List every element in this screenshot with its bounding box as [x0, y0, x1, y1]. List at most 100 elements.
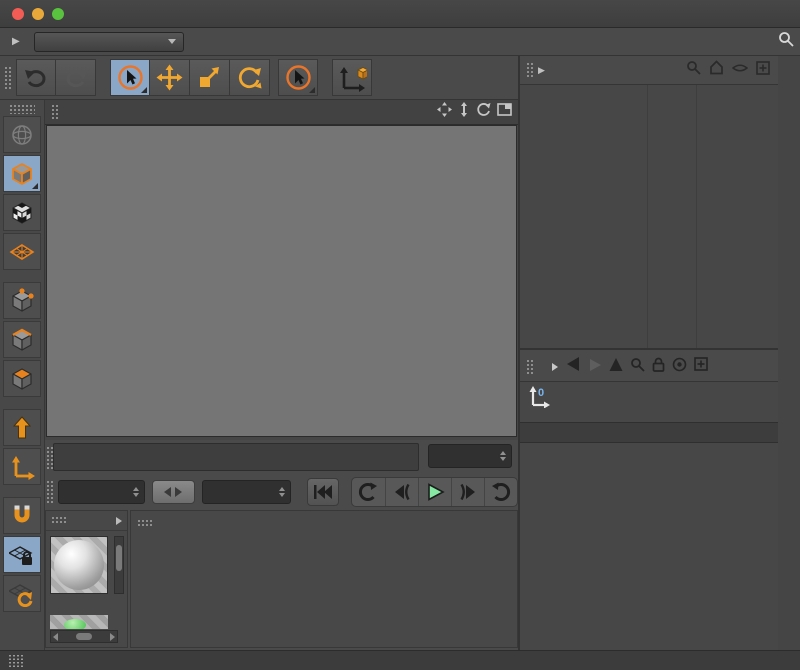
material-green-partial	[64, 619, 86, 629]
panel-divider[interactable]	[518, 56, 520, 650]
prev-key-button[interactable]	[385, 478, 418, 506]
viewport-grip[interactable]	[51, 104, 59, 120]
make-editable-button[interactable]	[3, 116, 41, 153]
goto-start-button[interactable]	[307, 478, 339, 506]
history-forward-icon[interactable]	[588, 358, 602, 376]
eye-icon[interactable]	[732, 61, 748, 79]
scrollbar-thumb[interactable]	[76, 633, 92, 640]
column-divider	[647, 85, 648, 348]
viewport-3d-canvas[interactable]	[46, 125, 517, 437]
lock-workplane-button[interactable]	[3, 536, 41, 573]
object-manager-grip[interactable]	[526, 62, 534, 78]
timeline-row	[45, 440, 518, 474]
selected-object-row: 0	[520, 384, 778, 414]
live-selection-tool-button[interactable]	[110, 59, 150, 96]
spinner-arrows-icon[interactable]	[133, 487, 139, 497]
transport-grip[interactable]	[46, 480, 54, 504]
viewport-scene[interactable]	[47, 126, 516, 436]
spinner-arrows-icon[interactable]	[500, 451, 506, 461]
redo-button[interactable]	[56, 59, 96, 96]
scroll-left-icon[interactable]	[53, 633, 58, 641]
zoom-view-icon[interactable]	[458, 102, 470, 122]
coordinates-grip[interactable]	[137, 519, 153, 528]
material-hscrollbar[interactable]	[50, 630, 118, 643]
step-forward-icon[interactable]	[175, 487, 182, 497]
chevron-right-icon	[552, 363, 558, 371]
add-icon[interactable]	[694, 357, 708, 376]
rotate-tool-button[interactable]	[230, 59, 270, 96]
material-preview-partial[interactable]	[50, 615, 108, 629]
workplane-mode-button[interactable]	[3, 233, 41, 270]
scale-tool-button[interactable]	[190, 59, 230, 96]
loop-start-field[interactable]	[58, 480, 145, 504]
loop-end-field[interactable]	[202, 480, 291, 504]
step-back-icon[interactable]	[164, 487, 171, 497]
rotate-view-icon[interactable]	[476, 102, 491, 122]
menu-overflow-icon[interactable]: ▶	[534, 65, 549, 76]
svg-text:0: 0	[538, 387, 544, 399]
model-mode-button[interactable]	[3, 155, 41, 192]
sidebar-grip[interactable]	[9, 104, 35, 114]
frame-step-buttons[interactable]	[152, 480, 195, 504]
pan-view-icon[interactable]	[437, 102, 452, 122]
material-manager-header	[46, 511, 127, 531]
search-icon[interactable]	[778, 31, 794, 52]
spinner-arrows-icon[interactable]	[279, 487, 285, 497]
attribute-manager-header	[520, 352, 778, 382]
material-grip[interactable]	[51, 516, 67, 525]
material-preview[interactable]	[50, 536, 108, 594]
cycle-backward-button[interactable]	[352, 478, 385, 506]
material-menu-icon[interactable]	[116, 517, 122, 525]
snap-button[interactable]	[3, 497, 41, 534]
statusbar	[0, 650, 800, 670]
texture-mode-button[interactable]	[3, 194, 41, 231]
move-tool-button[interactable]	[150, 59, 190, 96]
parent-up-icon[interactable]	[609, 358, 623, 376]
viewport-panel	[45, 100, 518, 440]
axis-workplane-button[interactable]	[3, 448, 41, 485]
toolbar-grip[interactable]	[4, 66, 12, 90]
target-icon[interactable]	[672, 357, 687, 377]
material-manager	[45, 510, 128, 648]
add-object-icon[interactable]	[756, 61, 770, 80]
object-manager-header: ▶	[520, 56, 778, 85]
edges-mode-button[interactable]	[3, 321, 41, 358]
statusbar-grip[interactable]	[8, 654, 24, 667]
coordinates-panel	[130, 510, 518, 648]
search-icon[interactable]	[630, 357, 645, 377]
material-scrollbar[interactable]	[114, 536, 124, 594]
next-key-button[interactable]	[451, 478, 484, 506]
object-axis-mode-button[interactable]	[3, 409, 41, 446]
attribute-grip[interactable]	[526, 359, 534, 375]
polygons-mode-button[interactable]	[3, 360, 41, 397]
column-divider	[696, 85, 697, 348]
coordinate-system-button[interactable]	[332, 59, 372, 96]
object-manager: ▶	[520, 56, 778, 350]
workplane-rotate-button[interactable]	[3, 575, 41, 612]
play-button[interactable]	[418, 478, 451, 506]
current-frame-field[interactable]	[428, 444, 512, 468]
undo-button[interactable]	[16, 59, 56, 96]
timeline-ruler[interactable]	[53, 443, 419, 471]
zoom-button[interactable]	[52, 8, 64, 20]
transport-row	[45, 475, 518, 508]
scrollbar-thumb[interactable]	[116, 545, 122, 571]
history-back-icon[interactable]	[565, 357, 581, 376]
lock-icon[interactable]	[652, 357, 665, 377]
maximize-view-icon[interactable]	[497, 102, 512, 122]
scroll-right-icon[interactable]	[110, 633, 115, 641]
search-icon[interactable]	[686, 60, 701, 80]
selection-tool-button[interactable]	[278, 59, 318, 96]
cycle-forward-button[interactable]	[484, 478, 517, 506]
main-toolbar	[0, 56, 518, 100]
minimize-button[interactable]	[32, 8, 44, 20]
section-header[interactable]	[520, 422, 778, 443]
transport-buttons	[351, 477, 518, 507]
layout-dropdown[interactable]	[34, 32, 184, 52]
home-icon[interactable]	[709, 60, 724, 80]
close-button[interactable]	[12, 8, 24, 20]
attribute-manager: 0	[520, 352, 778, 650]
menu-overflow-icon[interactable]: ▶	[8, 36, 24, 47]
points-mode-button[interactable]	[3, 282, 41, 319]
null-object-icon: 0	[528, 386, 550, 413]
